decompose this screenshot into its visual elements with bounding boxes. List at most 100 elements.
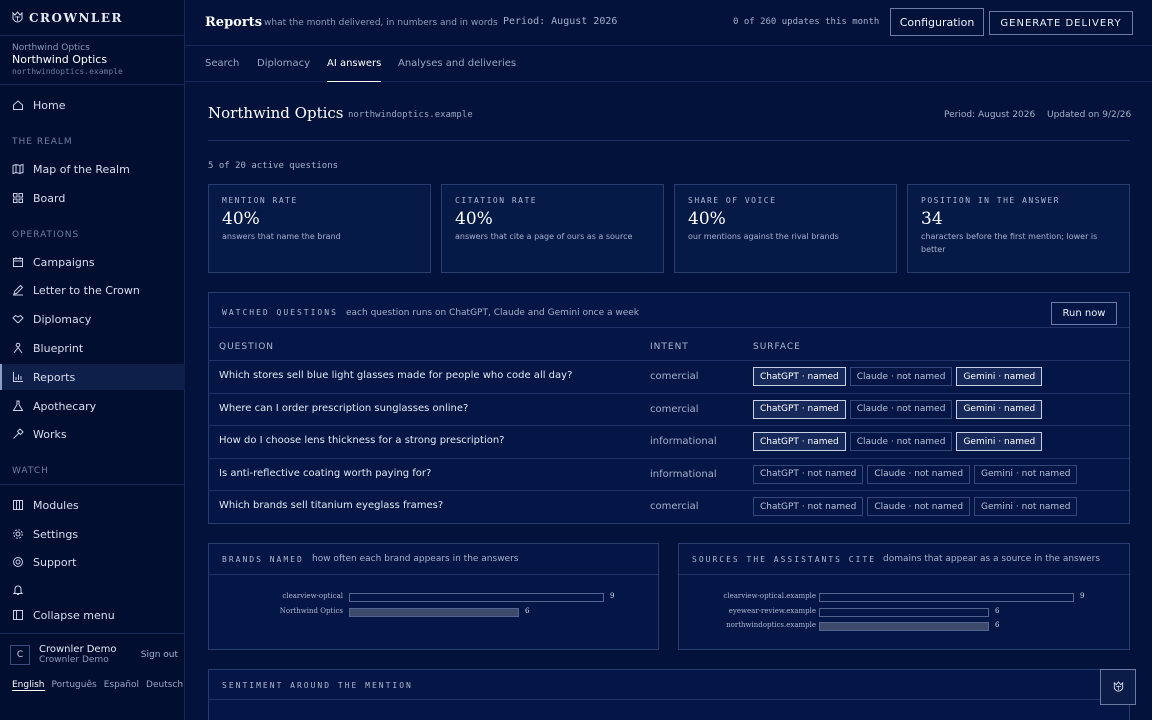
brand[interactable]: CROWNLER (12, 10, 123, 26)
kpi-desc: our mentions against the rival brands (688, 232, 839, 241)
lang-portuguese[interactable]: Português (52, 680, 97, 690)
nav-modules[interactable]: Modules (0, 492, 185, 518)
divider (209, 699, 1129, 700)
tab-search[interactable]: Search (205, 58, 239, 82)
sign-out-link[interactable]: Sign out (141, 650, 178, 660)
handshake-icon (12, 314, 24, 324)
client-title: Northwind Optics (208, 104, 344, 122)
configuration-button[interactable]: Configuration (890, 8, 984, 36)
nav-blueprint[interactable]: Blueprint (0, 335, 185, 361)
nav-works[interactable]: Works (0, 421, 185, 447)
org-label: Northwind Optics (12, 43, 90, 53)
nav-map[interactable]: Map of the Realm (0, 156, 185, 182)
crown-shield-icon (1113, 680, 1123, 692)
lifebuoy-icon (13, 557, 23, 567)
tab-bar: Search Diplomacy AI answers Analyses and… (185, 47, 1152, 82)
table-row[interactable]: How do I choose lens thickness for a str… (209, 425, 1129, 457)
question-text: How do I choose lens thickness for a str… (219, 435, 505, 446)
kpi-desc: answers that cite a page of ours as a so… (455, 232, 633, 241)
intent-text: comercial (650, 403, 699, 415)
surface-chips: ChatGPT · named Claude · not named Gemini … (753, 399, 1043, 419)
divider (209, 327, 1129, 328)
kpi-desc: answers that name the brand (222, 232, 341, 241)
avatar[interactable]: C (10, 645, 30, 665)
nav-home-label: Home (33, 98, 66, 112)
client-period: Period: August 2026 (944, 110, 1036, 120)
question-text: Which stores sell blue light glasses mad… (219, 370, 573, 381)
pen-icon (13, 284, 24, 296)
panel-title: BRANDS NAMED (222, 555, 304, 564)
divider (0, 84, 185, 85)
page-subtitle: what the month delivered, in numbers and… (264, 18, 498, 28)
surface-chip: Claude · not named (849, 432, 953, 451)
kpi-label: CITATION RATE (455, 196, 538, 205)
surface-chip: Gemini · named (956, 399, 1043, 419)
nav-letter[interactable]: Letter to the Crown (0, 277, 185, 303)
updates-count: 0 of 260 updates this month (733, 17, 880, 27)
surface-chip: Gemini · named (956, 367, 1043, 386)
surface-chip: ChatGPT · not named (753, 464, 864, 484)
user-org: Crownler Demo (39, 654, 109, 665)
nav-diplomacy[interactable]: Diplomacy (0, 306, 185, 332)
nav-settings-label: Settings (33, 527, 79, 541)
bar-value: 9 (610, 592, 615, 600)
user-name: Crownler Demo (39, 644, 117, 656)
bar-label: Northwind Optics (279, 606, 343, 615)
table-row[interactable]: Where can I order prescription sunglasse… (209, 392, 1129, 425)
nav-campaigns[interactable]: Campaigns (0, 249, 185, 275)
divider (209, 574, 658, 575)
assistant-button[interactable] (1100, 669, 1136, 705)
surface-chip: Claude · not named (849, 367, 953, 386)
nav-home[interactable]: Home (0, 92, 185, 118)
kpi-citation-rate: CITATION RATE 40% answers that cite a pa… (441, 184, 664, 273)
nav-support[interactable]: Support (0, 549, 185, 575)
nav-apothecary-label: Apothecary (33, 399, 97, 413)
nav-settings[interactable]: Settings (0, 521, 185, 547)
divider (0, 633, 185, 634)
kpi-value: 34 (921, 209, 943, 229)
divider (208, 140, 1130, 141)
surface-chip: ChatGPT · named (753, 432, 846, 451)
org-switcher[interactable]: Northwind Optics Northwind Optics northw… (12, 43, 123, 76)
panel-subtitle: domains that appear as a source in the a… (883, 554, 1101, 564)
nav-apothecary[interactable]: Apothecary (0, 393, 185, 419)
topbar: Reports what the month delivered, in num… (185, 0, 1152, 46)
page-title: Reports (205, 15, 263, 30)
tab-analyses[interactable]: Analyses and deliveries (398, 58, 516, 82)
nav-reports[interactable]: Reports (0, 364, 185, 390)
nav-board[interactable]: Board (0, 185, 185, 211)
lang-english[interactable]: English (12, 680, 45, 691)
bar-chart-icon (13, 372, 23, 382)
table-row[interactable]: Which stores sell blue light glasses mad… (209, 360, 1129, 392)
kpi-value: 40% (688, 209, 726, 229)
table-row[interactable]: Which brands sell titanium eyeglass fram… (209, 490, 1129, 522)
tab-ai-answers[interactable]: AI answers (327, 58, 382, 82)
sentiment-panel: SENTIMENT AROUND THE MENTION (208, 669, 1130, 720)
nav-notifications[interactable] (0, 577, 185, 603)
kpi-value: 40% (455, 209, 493, 229)
bar-fill (350, 608, 518, 616)
nav-section-watch: WATCH (12, 466, 49, 476)
period-label: Period: August 2026 (503, 16, 618, 27)
modules-icon (13, 500, 23, 510)
flask-icon (12, 400, 24, 411)
table-row[interactable]: Is anti-reflective coating worth paying … (209, 457, 1129, 490)
surface-chip: ChatGPT · not named (753, 497, 864, 516)
lang-spanish[interactable]: Español (104, 680, 139, 690)
generate-delivery-button[interactable]: GENERATE DELIVERY (989, 11, 1133, 35)
bell-icon (12, 585, 24, 595)
person-icon (13, 342, 23, 354)
panel-title: SOURCES THE ASSISTANTS CITE (692, 555, 877, 564)
nav-collapse[interactable]: Collapse menu (0, 602, 185, 628)
surface-chips: ChatGPT · not named Claude · not named Gem… (753, 497, 1078, 516)
run-now-button[interactable]: Run now (1051, 302, 1117, 325)
kpi-share-of-voice: SHARE OF VOICE 40% our mentions against … (674, 184, 897, 273)
client-updated: Updated on 9/2/26 (1047, 110, 1132, 120)
kpi-desc: characters before the first mention; low… (921, 232, 1098, 254)
surface-chip: Claude · not named (867, 464, 971, 484)
intent-text: comercial (650, 371, 699, 382)
bar-value: 6 (525, 606, 530, 615)
tab-diplomacy[interactable]: Diplomacy (257, 58, 310, 82)
lang-german[interactable]: Deutsch (146, 680, 183, 690)
map-icon (12, 163, 24, 175)
